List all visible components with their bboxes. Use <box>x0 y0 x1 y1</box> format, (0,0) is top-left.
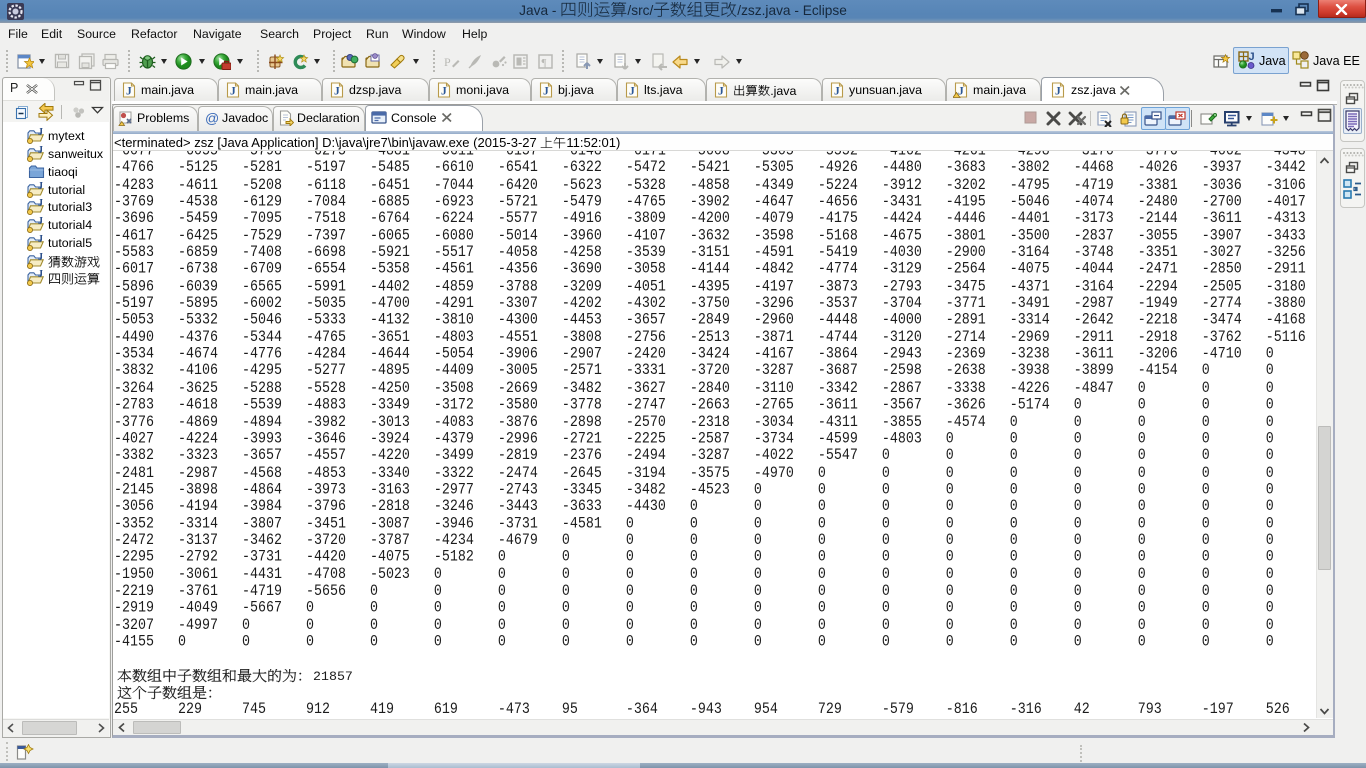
svg-text:J: J <box>629 86 635 98</box>
svg-text:J: J <box>38 217 43 227</box>
svg-text:J: J <box>38 199 43 209</box>
svg-text:¶: ¶ <box>542 57 547 69</box>
svg-text:J: J <box>441 86 447 98</box>
svg-text:J: J <box>126 86 132 98</box>
svg-text:J: J <box>334 86 340 98</box>
svg-text:P: P <box>444 55 451 69</box>
svg-text:J: J <box>38 128 43 138</box>
svg-text:J: J <box>230 86 236 98</box>
svg-text:J: J <box>1249 51 1255 63</box>
svg-text:J: J <box>834 86 840 98</box>
svg-text:J: J <box>38 235 43 245</box>
svg-text:J: J <box>543 86 549 98</box>
svg-text:J: J <box>38 146 43 156</box>
svg-text:J: J <box>38 253 43 263</box>
svg-text:J: J <box>1055 86 1061 98</box>
svg-text:J: J <box>38 270 43 280</box>
svg-text:J: J <box>718 86 724 98</box>
svg-text:@: @ <box>205 110 219 126</box>
svg-text:J: J <box>38 182 43 192</box>
